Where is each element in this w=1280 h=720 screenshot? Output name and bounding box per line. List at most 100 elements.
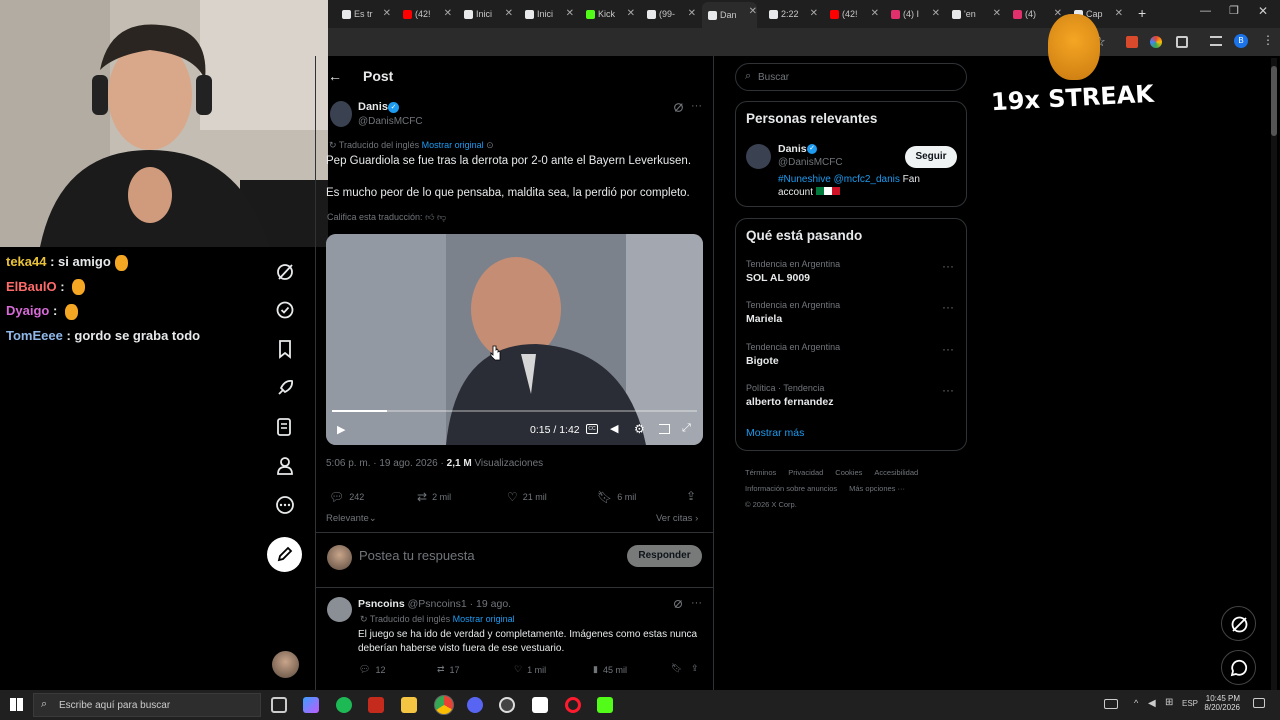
trend-item[interactable]: Tendencia en Argentina Mariela [746,300,840,325]
grok-float-button[interactable] [1221,606,1256,641]
browser-tab[interactable]: (99- ✕ [641,4,696,24]
trend-item[interactable]: Tendencia en Argentina SOL AL 9009 [746,259,840,284]
play-icon[interactable]: ▶ [337,423,345,436]
close-tab-icon[interactable]: ✕ [505,8,513,19]
reply-author-avatar[interactable] [327,597,352,622]
extensions-puzzle-icon[interactable] [1176,36,1188,48]
captions-icon[interactable]: CC [586,424,598,434]
extension-icon[interactable] [1126,36,1138,48]
reply-button[interactable]: Responder [627,545,702,567]
bio-tags[interactable]: #Nuneshive @mcfc2_danis [778,174,900,185]
bookmark-action[interactable]: 🔖︎ 6 mil [597,490,636,504]
chat-username[interactable]: TomEeee [6,328,63,343]
browser-tab[interactable]: Inici ✕ [458,4,513,24]
browser-tab[interactable]: (42! ✕ [824,4,879,24]
footer-link[interactable]: Información sobre anuncios [745,484,837,493]
profile-icon[interactable] [275,456,295,476]
copilot-icon[interactable] [303,697,319,713]
author-avatar[interactable] [330,101,352,127]
close-tab-icon[interactable]: ✕ [1115,8,1123,19]
trend-more-icon[interactable]: ··· [942,259,954,273]
spotify-icon[interactable] [336,697,352,713]
show-more-link[interactable]: Mostrar más [746,427,804,439]
reply-author-name[interactable]: Psncoins [358,598,405,610]
browser-tab[interactable]: Kick ✕ [580,4,635,24]
footer-link[interactable]: Términos [745,468,776,477]
reply-more-icon[interactable]: ··· [691,597,702,609]
task-view-icon[interactable] [271,697,287,713]
reply-author-handle[interactable]: @Psncoins1 · 19 ago. [408,598,511,610]
chat-username[interactable]: Dyaigo [6,303,49,318]
browser-menu-icon[interactable]: ⋮ [1262,33,1274,47]
author-handle[interactable]: @DanisMCFC [358,116,423,127]
close-tab-icon[interactable]: ✕ [749,6,757,17]
browser-tab[interactable]: 2:22 ✕ [763,4,818,24]
close-window-button[interactable]: ✕ [1258,4,1268,18]
close-tab-icon[interactable]: ✕ [932,8,940,19]
reply-views-action[interactable]: ▮ 45 mil [593,664,627,675]
close-tab-icon[interactable]: ✕ [444,8,452,19]
browser-tab[interactable]: Es tr ✕ [336,4,391,24]
thumbs-down-icon[interactable]: 👎︎ [437,212,446,222]
search-input[interactable]: ⌕ Buscar [735,63,967,91]
close-tab-icon[interactable]: ✕ [871,8,879,19]
messages-float-button[interactable] [1221,650,1256,685]
share-action[interactable]: ⇪ [686,489,696,503]
browser-tab[interactable]: (42! ✕ [397,4,452,24]
reply-action[interactable]: 💬︎ 242 [329,490,364,504]
reply-share-action[interactable]: ⇪ [691,663,699,674]
maximize-button[interactable]: ❐ [1229,4,1239,17]
minimize-button[interactable]: — [1200,5,1211,17]
trend-more-icon[interactable]: ··· [942,300,954,314]
pip-icon[interactable] [659,424,670,434]
volume-icon[interactable]: ◀︎ [610,422,618,435]
account-avatar[interactable] [272,651,299,678]
like-action[interactable]: ♡ 21 mil [507,490,547,504]
trend-more-icon[interactable]: ··· [942,383,954,397]
tray-chevron-icon[interactable]: ^ [1134,698,1138,708]
browser-tab[interactable]: Dan ✕ [702,2,757,28]
language-indicator[interactable]: ESP [1182,699,1198,708]
show-original-link[interactable]: Mostrar original [422,140,484,150]
follow-button[interactable]: Seguir [905,146,957,168]
post-more-icon[interactable]: ··· [691,100,702,112]
fullscreen-icon[interactable]: ⤢ [682,422,691,435]
new-tab-button[interactable]: + [1138,5,1146,21]
rocket-icon[interactable] [275,378,295,398]
reply-input[interactable]: Postea tu respuesta [359,548,475,563]
footer-link[interactable]: Accesibilidad [874,468,918,477]
windows-start-icon[interactable] [10,698,23,711]
articles-icon[interactable] [275,417,295,437]
sort-dropdown[interactable]: Relevante⌄ [326,513,377,524]
file-explorer-icon[interactable] [401,697,417,713]
opera-icon[interactable] [565,697,581,713]
taskbar-search[interactable]: ⌕ Escribe aquí para buscar [33,693,261,717]
voicemeeter-icon[interactable] [368,697,384,713]
discord-icon[interactable] [467,697,483,713]
close-tab-icon[interactable]: ✕ [993,8,1001,19]
trend-more-icon[interactable]: ··· [942,342,954,356]
grok-icon[interactable] [275,262,295,282]
profile-avatar[interactable]: B [1234,34,1248,48]
footer-link[interactable]: Más opciones ··· [849,484,905,493]
browser-tab[interactable]: (4) I ✕ [885,4,940,24]
chat-username[interactable]: teka44 [6,254,46,269]
volume-icon[interactable]: ◀︎ [1148,698,1156,709]
trend-item[interactable]: Política · Tendencia alberto fernandez [746,383,834,408]
close-tab-icon[interactable]: ✕ [688,8,696,19]
chrome-icon[interactable] [434,695,454,715]
author-name[interactable]: Danis [358,101,388,113]
reply-show-original-link[interactable]: Mostrar original [453,614,515,624]
footer-link[interactable]: Privacidad [788,468,823,477]
view-quotes-link[interactable]: Ver citas › [656,513,698,524]
relevant-handle[interactable]: @DanisMCFC [778,157,843,168]
reply-reply-action[interactable]: 💬︎ 12 [359,664,385,675]
close-tab-icon[interactable]: ✕ [810,8,818,19]
back-arrow-icon[interactable]: ← [328,68,342,84]
kick-icon[interactable] [597,697,613,713]
verified-icon[interactable] [275,300,295,320]
repost-action[interactable]: ⇄ 2 mil [417,490,451,504]
bookmarks-icon[interactable] [275,339,295,359]
reply-like-action[interactable]: ♡ 1 mil [514,664,546,675]
grok-icon[interactable] [673,102,684,113]
